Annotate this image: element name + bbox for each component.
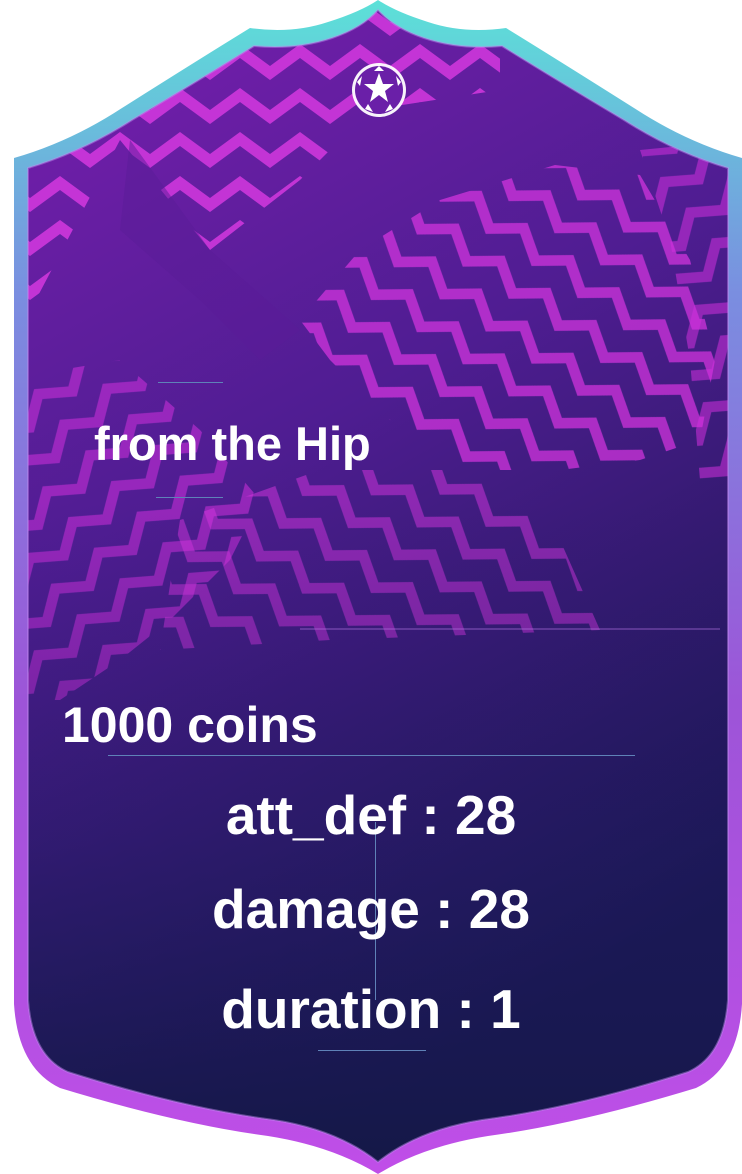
- title-bottom-rule: [156, 497, 223, 498]
- price-rule: [108, 755, 635, 756]
- card-title: from the Hip: [94, 417, 371, 470]
- title-top-rule: [158, 382, 223, 383]
- stat-duration: duration : 1: [221, 978, 521, 1040]
- stat-att-def: att_def : 28: [225, 784, 517, 846]
- card-price: 1000 coins: [62, 697, 318, 753]
- bottom-rule: [318, 1050, 426, 1051]
- player-card: from the Hip 1000 coins att_def : 28 dam…: [0, 0, 742, 1174]
- stat-damage: damage : 28: [212, 878, 530, 940]
- starball-icon: [352, 63, 406, 117]
